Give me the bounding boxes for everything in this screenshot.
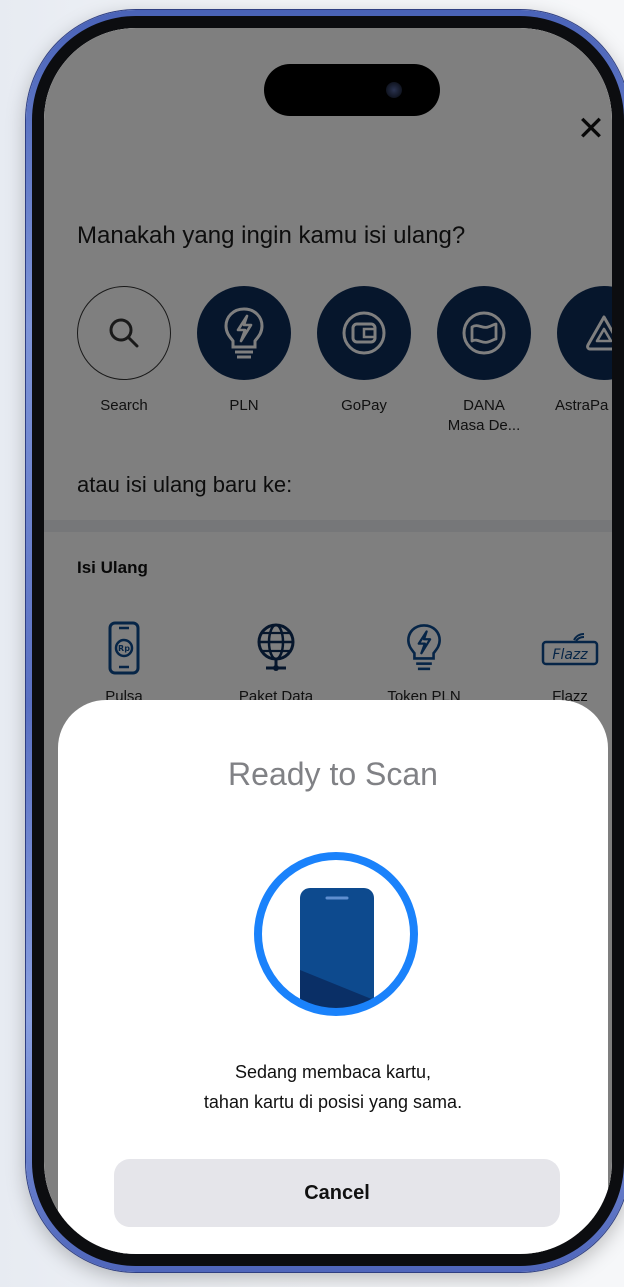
sheet-title: Ready to Scan [228, 756, 438, 792]
dynamic-island [264, 64, 440, 116]
cancel-button[interactable]: Cancel [114, 1159, 560, 1227]
device-bezel: ✕ Manakah yang ingin kamu isi ulang? Sea… [32, 16, 624, 1266]
camera-icon [386, 82, 402, 98]
nfc-scan-sheet: Ready to Scan Sedang membaca kartu, taha… [58, 700, 608, 1254]
message-line-1: Sedang membaca kartu, [234, 1062, 432, 1082]
device-frame: ✕ Manakah yang ingin kamu isi ulang? Sea… [26, 10, 624, 1272]
message-line-2: tahan kartu di posisi yang sama. [203, 1092, 463, 1112]
sheet-message: Sedang membaca kartu, tahan kartu di pos… [58, 1057, 608, 1117]
screen: ✕ Manakah yang ingin kamu isi ulang? Sea… [44, 28, 612, 1254]
nfc-phone-icon [252, 850, 420, 1018]
